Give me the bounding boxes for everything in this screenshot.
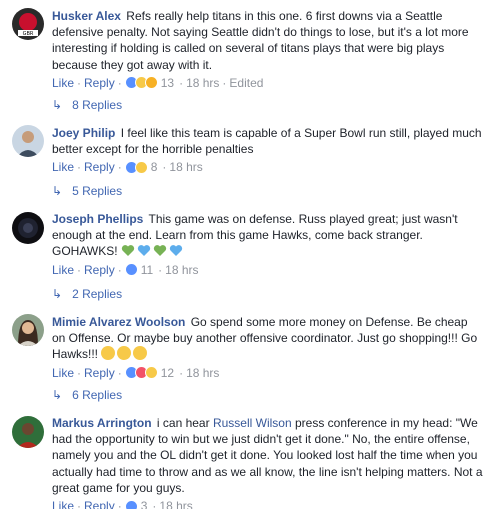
- wow-reaction-icon: [144, 76, 158, 90]
- separator: ·: [117, 262, 122, 277]
- like-reaction-icon: [124, 499, 138, 509]
- reply-button[interactable]: Reply: [84, 76, 115, 90]
- reactions[interactable]: [124, 263, 138, 277]
- replies-label: 2 Replies: [72, 287, 123, 301]
- comment-actions: Like · Reply · 8 · 18 hrs: [52, 159, 484, 175]
- reactions[interactable]: [124, 499, 138, 509]
- view-replies-link[interactable]: ↳ 5 Replies: [52, 183, 122, 199]
- replies-label: 8 Replies: [72, 98, 123, 112]
- like-button[interactable]: Like: [52, 366, 74, 380]
- comment-text: Joseph Phellips This game was on defense…: [52, 211, 484, 260]
- avatar[interactable]: [12, 125, 44, 157]
- reply-button[interactable]: Reply: [84, 366, 115, 380]
- comment-actions: Like · Reply · 13 · 18 hrs · Edited: [52, 75, 484, 91]
- blue-heart-icon: [137, 245, 151, 257]
- view-replies-link[interactable]: ↳ 6 Replies: [52, 387, 122, 403]
- separator: ·: [117, 365, 122, 380]
- timestamp[interactable]: 18 hrs: [186, 366, 219, 380]
- comment-author[interactable]: Joseph Phellips: [52, 212, 143, 226]
- separator: ·: [117, 75, 122, 90]
- avatar[interactable]: [12, 212, 44, 244]
- money-mouth-face-icon: [117, 346, 132, 361]
- comment-author[interactable]: Joey Philip: [52, 126, 115, 140]
- separator: ·: [117, 160, 122, 175]
- replies-label: 6 Replies: [72, 388, 123, 402]
- comment-list: GBR Husker Alex Refs really help titans …: [0, 0, 494, 509]
- reply-button[interactable]: Reply: [84, 499, 115, 509]
- reply-arrow-icon: ↳: [52, 184, 63, 198]
- like-button[interactable]: Like: [52, 263, 74, 277]
- timestamp[interactable]: 18 hrs: [159, 499, 192, 509]
- replies-label: 5 Replies: [72, 184, 123, 198]
- comment-author[interactable]: Mimie Alvarez Woolson: [52, 315, 185, 329]
- money-mouth-face-icon: [101, 346, 116, 361]
- separator: ·: [117, 499, 122, 509]
- like-reaction-icon: [124, 263, 138, 277]
- reply-button[interactable]: Reply: [84, 263, 115, 277]
- reply-arrow-icon: ↳: [52, 98, 63, 112]
- mention-link[interactable]: Russell Wilson: [213, 416, 292, 430]
- separator: ·: [158, 262, 163, 277]
- comment-body: i can hear: [156, 416, 210, 430]
- edited-label[interactable]: Edited: [229, 76, 263, 90]
- reactions[interactable]: [124, 160, 148, 174]
- separator: ·: [222, 75, 227, 90]
- view-replies-link[interactable]: ↳ 2 Replies: [52, 286, 122, 302]
- reply-arrow-icon: ↳: [52, 388, 63, 402]
- timestamp[interactable]: 18 hrs: [186, 76, 219, 90]
- avatar[interactable]: [12, 416, 44, 448]
- avatar[interactable]: GBR: [12, 8, 44, 40]
- haha-reaction-icon: [144, 366, 158, 380]
- comment-author[interactable]: Husker Alex: [52, 9, 121, 23]
- green-heart-icon: [153, 245, 167, 257]
- reactions[interactable]: [124, 366, 158, 380]
- separator: ·: [77, 262, 82, 277]
- haha-reaction-icon: [134, 160, 148, 174]
- separator: ·: [162, 160, 167, 175]
- separator: ·: [77, 365, 82, 380]
- separator: ·: [179, 75, 184, 90]
- timestamp[interactable]: 18 hrs: [169, 160, 202, 174]
- comment-actions: Like · Reply · 3 · 18 hrs: [52, 498, 484, 509]
- reactions[interactable]: [124, 76, 158, 90]
- comment-text: Markus Arrington i can hear Russell Wils…: [52, 415, 484, 496]
- comment-text: Mimie Alvarez Woolson Go spend some more…: [52, 314, 484, 363]
- comment-actions: Like · Reply · 11 · 18 hrs: [52, 262, 484, 278]
- reaction-count[interactable]: 13: [161, 76, 174, 90]
- svg-text:GBR: GBR: [23, 31, 34, 37]
- green-heart-icon: [121, 245, 135, 257]
- money-mouth-face-icon: [133, 346, 148, 361]
- comment-body: I feel like this team is capable of a Su…: [52, 126, 482, 157]
- separator: ·: [77, 160, 82, 175]
- like-button[interactable]: Like: [52, 76, 74, 90]
- like-button[interactable]: Like: [52, 160, 74, 174]
- reaction-count[interactable]: 12: [161, 366, 174, 380]
- comment-text: Joey Philip I feel like this team is cap…: [52, 125, 484, 157]
- comment-text: Husker Alex Refs really help titans in t…: [52, 8, 484, 73]
- reaction-count[interactable]: 11: [141, 263, 153, 277]
- avatar[interactable]: [12, 314, 44, 346]
- view-replies-link[interactable]: ↳ 8 Replies: [52, 97, 122, 113]
- separator: ·: [77, 499, 82, 509]
- blue-heart-icon: [169, 245, 183, 257]
- reaction-count[interactable]: 3: [141, 499, 148, 509]
- timestamp[interactable]: 18 hrs: [165, 263, 198, 277]
- reply-button[interactable]: Reply: [84, 160, 115, 174]
- like-button[interactable]: Like: [52, 499, 74, 509]
- comment-author[interactable]: Markus Arrington: [52, 416, 152, 430]
- separator: ·: [152, 499, 157, 509]
- comment-actions: Like · Reply · 12 · 18 hrs: [52, 365, 484, 381]
- reply-arrow-icon: ↳: [52, 287, 63, 301]
- reaction-count[interactable]: 8: [151, 160, 158, 174]
- separator: ·: [179, 365, 184, 380]
- separator: ·: [77, 75, 82, 90]
